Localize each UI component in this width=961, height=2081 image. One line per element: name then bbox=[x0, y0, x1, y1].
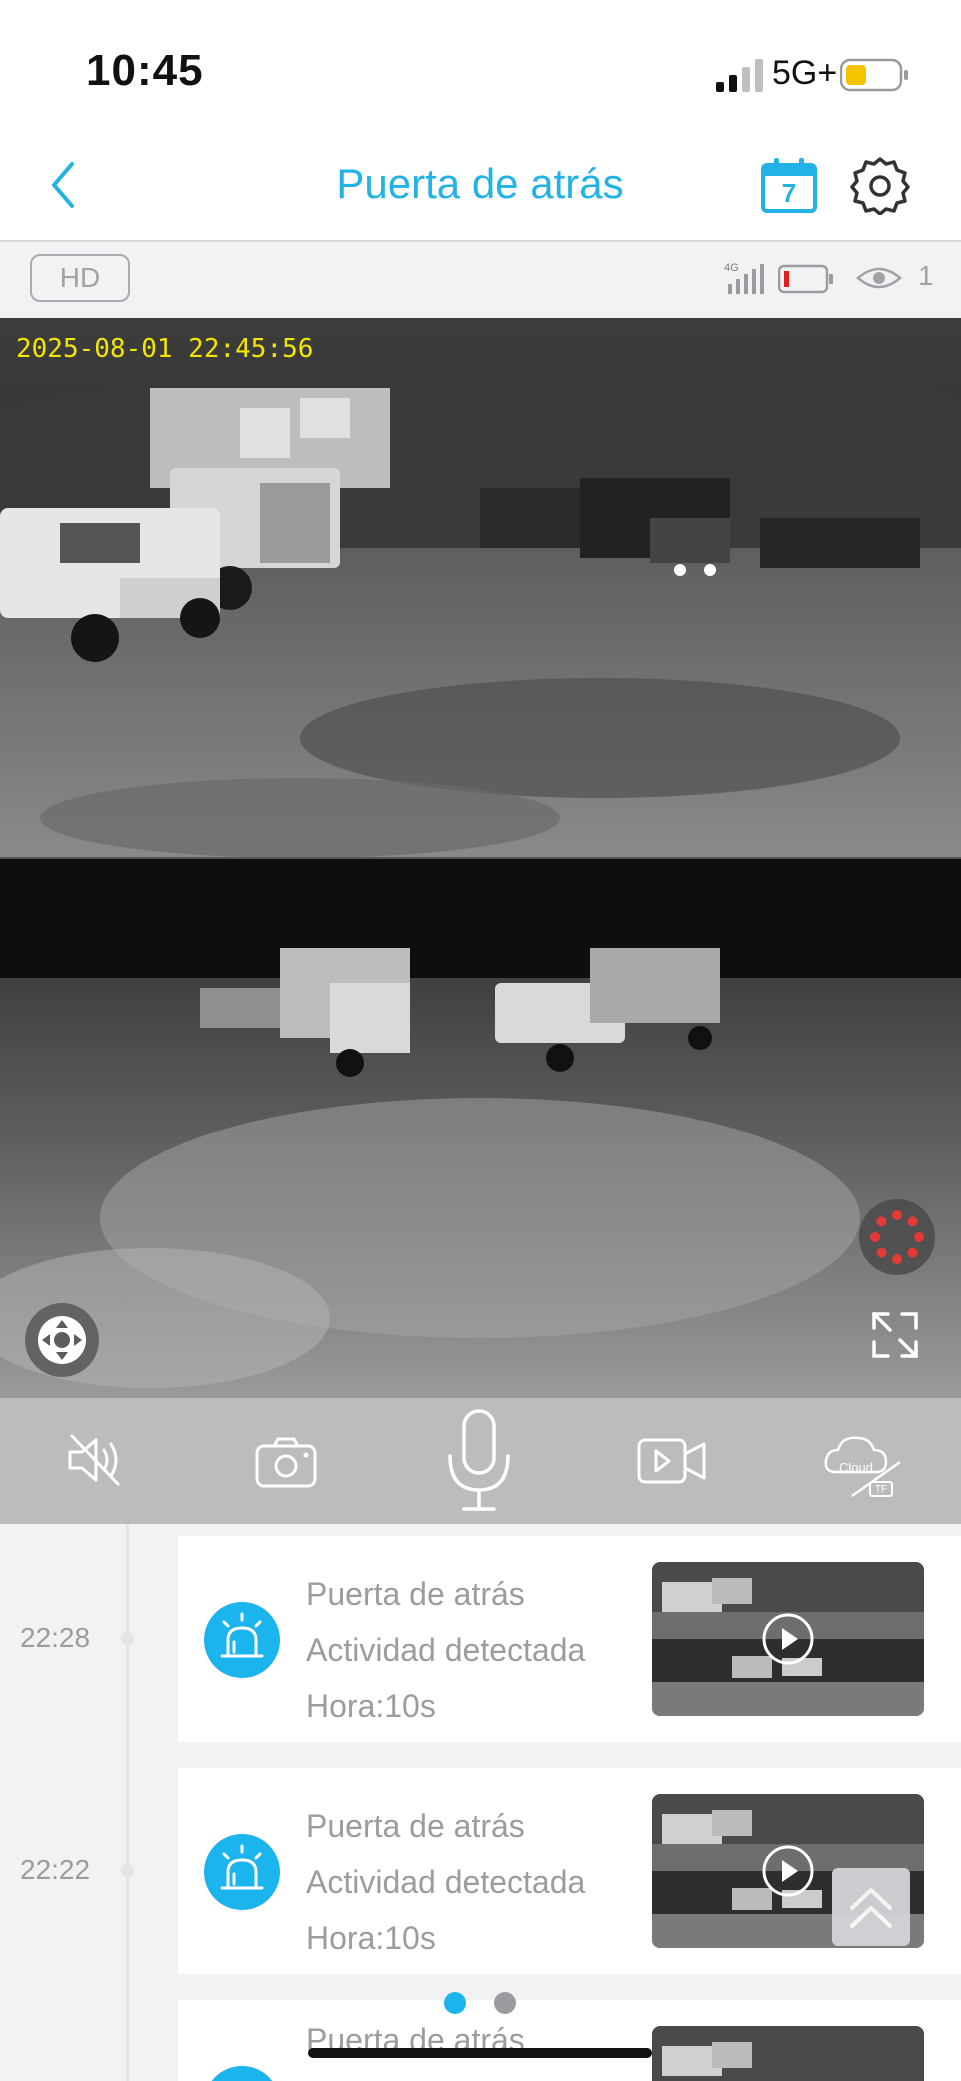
scroll-to-top-button[interactable] bbox=[832, 1868, 910, 1946]
page-indicator-active[interactable] bbox=[444, 1992, 466, 2014]
battery-icon bbox=[840, 58, 908, 92]
video-timestamp: 2025-08-01 22:45:56 bbox=[16, 334, 314, 364]
event-activity: Actividad detectada bbox=[306, 1632, 586, 1668]
camera-signal-icon bbox=[728, 264, 764, 294]
event-camera-name: Puerta de atrás bbox=[306, 1576, 525, 1612]
event-card[interactable]: Puerta de atrás bbox=[178, 2000, 961, 2081]
recording-indicator-icon[interactable] bbox=[858, 1198, 936, 1276]
microphone-icon[interactable] bbox=[444, 1408, 514, 1514]
live-video-feed[interactable] bbox=[0, 318, 961, 1398]
viewers-eye-icon bbox=[856, 267, 902, 289]
page-indicator[interactable] bbox=[494, 1992, 516, 2014]
alarm-siren-icon bbox=[204, 2066, 280, 2081]
timeline-dot bbox=[121, 1632, 134, 1645]
event-duration: Hora:10s bbox=[306, 1688, 436, 1724]
camera-battery-icon bbox=[778, 264, 833, 294]
network-type: 5G+ bbox=[772, 54, 838, 92]
event-activity: Actividad detectada bbox=[306, 1864, 586, 1900]
event-card[interactable]: Puerta de atrás Actividad detectada Hora… bbox=[178, 1536, 961, 1742]
cloud-label: Cloud bbox=[839, 1460, 873, 1475]
double-chevron-up-icon bbox=[850, 1888, 892, 1928]
fullscreen-icon[interactable] bbox=[870, 1310, 920, 1360]
calendar-day: 7 bbox=[781, 178, 797, 208]
event-time: 22:22 bbox=[20, 1854, 91, 1885]
back-icon[interactable] bbox=[48, 160, 78, 210]
record-video-icon[interactable] bbox=[636, 1436, 708, 1486]
hd-quality-button[interactable]: HD bbox=[30, 254, 130, 302]
alarm-siren-icon bbox=[204, 1834, 280, 1910]
event-thumbnail[interactable] bbox=[652, 2026, 924, 2081]
cellular-signal-icon bbox=[716, 59, 763, 92]
night-vision-scene bbox=[0, 318, 961, 1398]
timeline-line bbox=[126, 1524, 129, 2081]
event-time: 22:28 bbox=[20, 1622, 91, 1653]
viewer-count: 1 bbox=[918, 260, 934, 291]
tf-label: TF bbox=[874, 1484, 888, 1495]
controls-bar: Cloud TF bbox=[0, 1398, 961, 1524]
ptz-control-icon[interactable] bbox=[24, 1302, 100, 1378]
calendar-button[interactable]: 7 bbox=[760, 156, 818, 214]
clock: 10:45 bbox=[86, 46, 204, 95]
mute-icon[interactable] bbox=[66, 1432, 126, 1488]
alarm-siren-icon bbox=[204, 1602, 280, 1678]
home-indicator bbox=[308, 2048, 652, 2058]
timeline-dot bbox=[121, 1864, 134, 1877]
event-camera-name: Puerta de atrás bbox=[306, 1808, 525, 1844]
event-duration: Hora:10s bbox=[306, 1920, 436, 1956]
snapshot-camera-icon[interactable] bbox=[254, 1436, 318, 1488]
event-thumbnail[interactable] bbox=[652, 1562, 924, 1716]
page-title: Puerta de atrás bbox=[336, 160, 624, 207]
settings-gear-icon[interactable] bbox=[850, 155, 910, 215]
